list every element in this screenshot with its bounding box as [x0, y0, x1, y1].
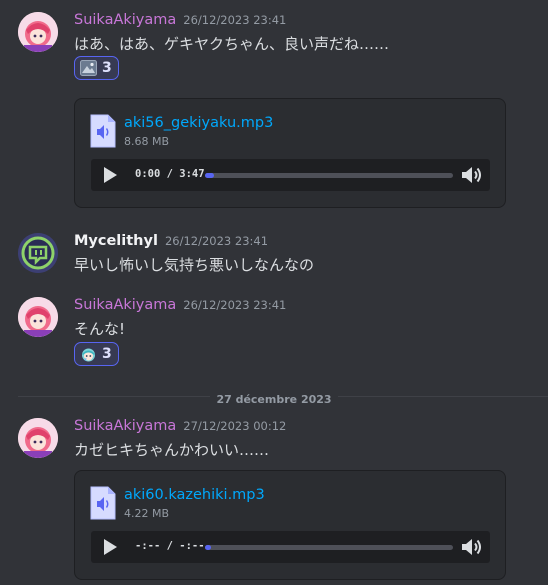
avatar[interactable]: [18, 297, 58, 337]
progress-slider[interactable]: [205, 545, 453, 550]
username[interactable]: SuikaAkiyama: [74, 297, 176, 313]
file-size: 4.22 MB: [124, 507, 170, 520]
reaction-count: 3: [102, 346, 112, 362]
timestamp[interactable]: 27/12/2023 00:12: [183, 419, 286, 433]
date-divider-label: 27 décembre 2023: [210, 393, 338, 406]
audio-attachment: aki60.kazehiki.mp3 4.22 MB -:-- / -:--: [74, 470, 506, 580]
volume-icon[interactable]: [460, 536, 484, 558]
image-emoji-icon: [80, 60, 97, 76]
file-size: 8.68 MB: [124, 135, 170, 148]
audio-player: 0:00 / 3:47: [91, 159, 490, 191]
username[interactable]: SuikaAkiyama: [74, 418, 176, 434]
progress-fill: [205, 173, 214, 178]
playback-time: 0:00 / 3:47: [135, 168, 205, 180]
timestamp[interactable]: 26/12/2023 23:41: [183, 298, 286, 312]
crying-character-emoji-icon: [82, 348, 95, 362]
play-icon[interactable]: [101, 537, 119, 557]
play-icon[interactable]: [101, 165, 119, 185]
avatar[interactable]: [18, 12, 58, 52]
file-name-link[interactable]: aki60.kazehiki.mp3: [124, 487, 265, 503]
message-text: そんな!: [74, 320, 126, 338]
file-name-link[interactable]: aki56_gekiyaku.mp3: [124, 115, 273, 131]
volume-icon[interactable]: [460, 164, 484, 186]
avatar[interactable]: [18, 233, 58, 273]
username[interactable]: SuikaAkiyama: [74, 12, 176, 28]
timestamp[interactable]: 26/12/2023 23:41: [165, 234, 268, 248]
reaction-count: 3: [102, 60, 112, 76]
timestamp[interactable]: 26/12/2023 23:41: [183, 13, 286, 27]
avatar[interactable]: [18, 418, 58, 458]
message-text: カゼヒキちゃんかわいい……: [74, 441, 270, 459]
audio-player: -:-- / -:--: [91, 531, 490, 563]
playback-time: -:-- / -:--: [135, 540, 205, 552]
message-text: はあ、はあ、ゲキヤクちゃん、良い声だね……: [74, 35, 390, 53]
message-text: 早いし怖いし気持ち悪いしなんなの: [74, 256, 315, 274]
audio-file-icon: [90, 486, 116, 520]
audio-file-icon: [90, 114, 116, 148]
date-divider: 27 décembre 2023: [0, 388, 548, 407]
audio-attachment: aki56_gekiyaku.mp3 8.68 MB 0:00 / 3:47: [74, 98, 506, 208]
progress-fill: [205, 545, 211, 550]
reaction-button[interactable]: 3: [74, 342, 119, 366]
reaction-button[interactable]: 3: [74, 56, 119, 80]
username[interactable]: Mycelithyl: [74, 233, 158, 249]
progress-slider[interactable]: [205, 173, 453, 178]
